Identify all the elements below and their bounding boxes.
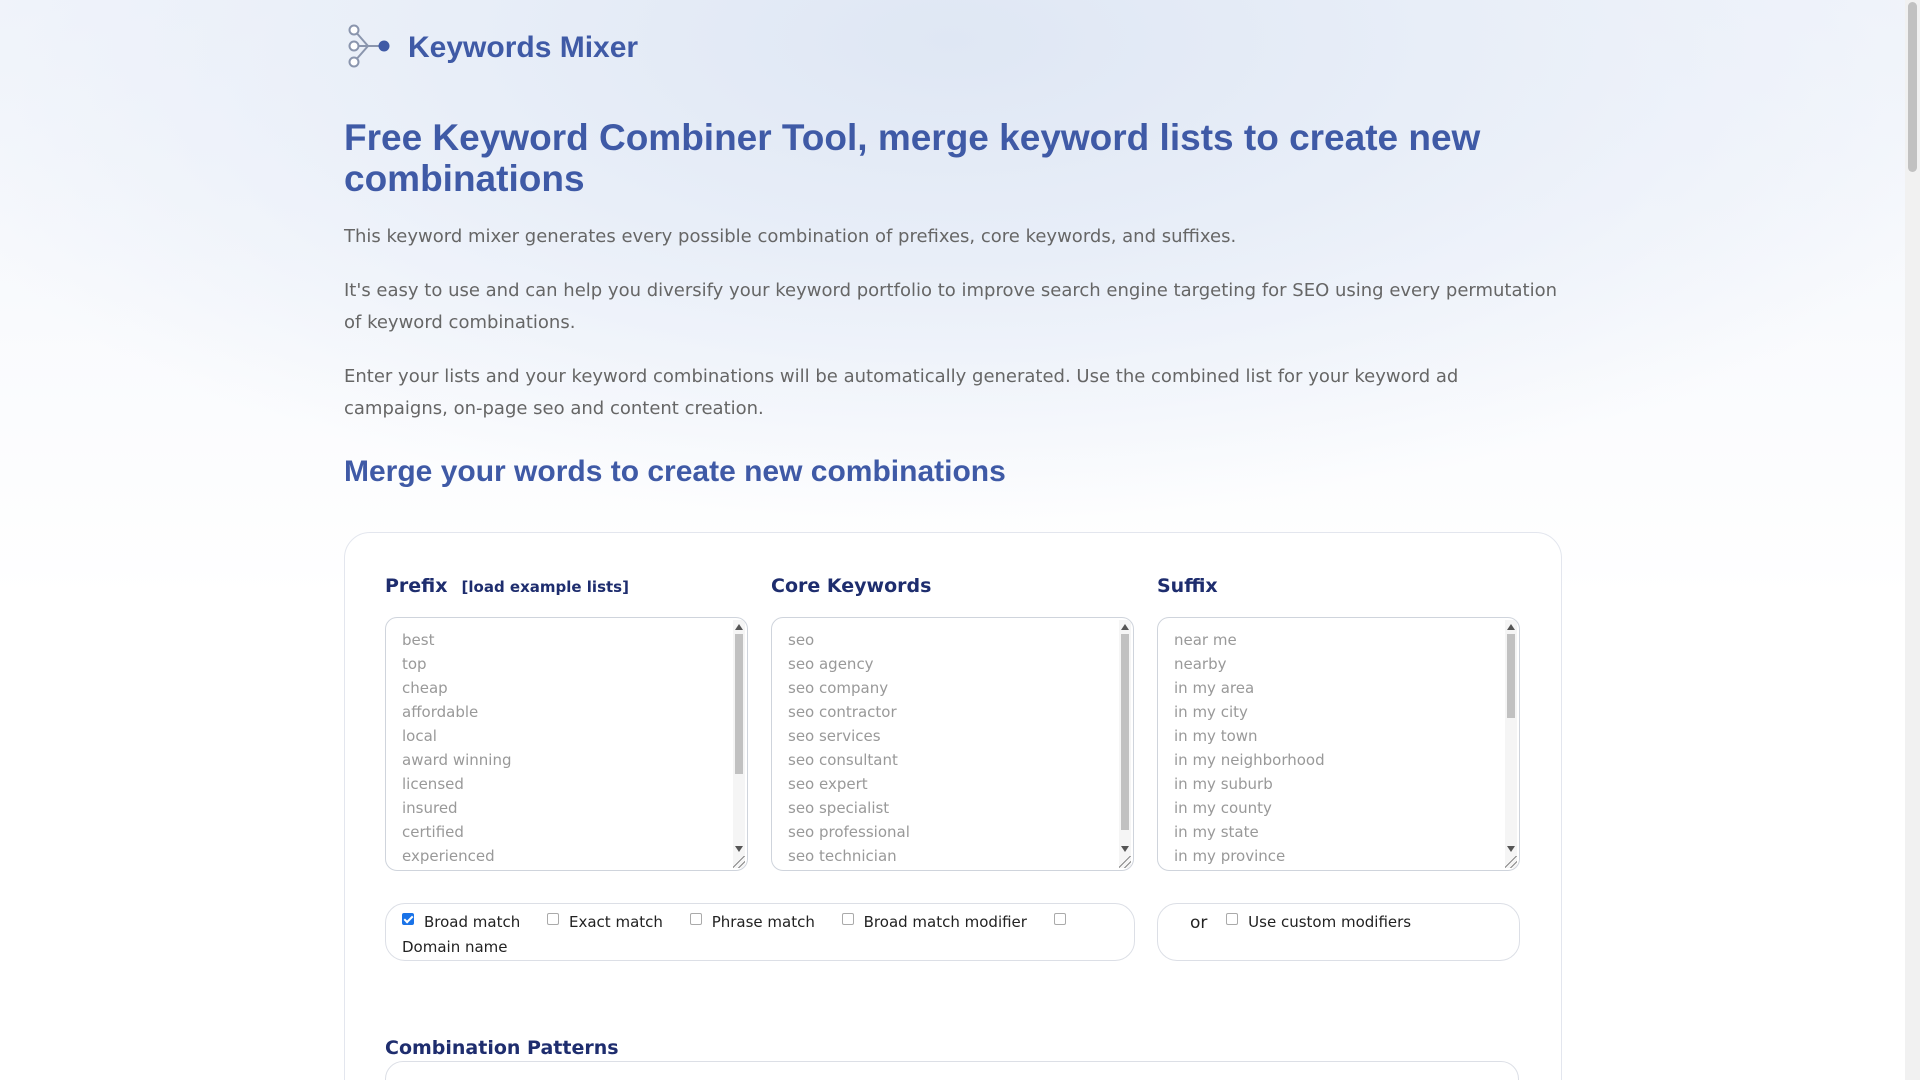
prefix-label-row: Prefix [load example lists] [385, 575, 748, 609]
suffix-textarea[interactable]: near me nearby in my area in my city in … [1157, 617, 1520, 871]
core-keyword-item: seo specialist [788, 799, 890, 817]
exact-match-checkbox[interactable] [547, 913, 560, 925]
intro-paragraph-1: This keyword mixer generates every possi… [344, 226, 1237, 247]
core-keyword-item: seo technician [788, 847, 897, 865]
broad-match-modifier-label[interactable]: Broad match modifier [864, 910, 1027, 934]
broad-match-checkbox[interactable] [402, 913, 414, 925]
resize-grip-icon[interactable] [1505, 856, 1517, 868]
prefix-item: licensed [402, 775, 464, 793]
broad-match-label[interactable]: Broad match [424, 910, 520, 934]
prefix-item: top [402, 655, 427, 673]
load-example-lists-link[interactable]: [load example lists] [462, 578, 629, 596]
suffix-label-row: Suffix [1157, 575, 1520, 609]
suffix-label: Suffix [1157, 575, 1218, 597]
broad-match-modifier-checkbox[interactable] [841, 913, 854, 925]
suffix-item: in my neighborhood [1174, 751, 1325, 769]
core-keyword-item: seo expert [788, 775, 868, 793]
core-keywords-list: seo seo agency seo company seo contracto… [772, 618, 1133, 870]
prefix-label: Prefix [385, 575, 448, 597]
resize-grip-icon[interactable] [1119, 856, 1131, 868]
prefix-scroll-thumb[interactable] [735, 634, 743, 774]
broad-match-option[interactable]: Broad match [402, 910, 520, 934]
page-scrollbar[interactable] [1905, 0, 1920, 1080]
core-keywords-column: Core Keywords seo seo agency seo company… [771, 575, 1134, 871]
prefix-item: best [402, 631, 435, 649]
broad-match-modifier-option[interactable]: Broad match modifier [841, 910, 1027, 934]
prefix-item: affordable [402, 703, 479, 721]
prefix-item: award winning [402, 751, 512, 769]
brand-name[interactable]: Keywords Mixer [408, 31, 638, 65]
core-keyword-item: seo contractor [788, 703, 897, 721]
suffix-list: near me nearby in my area in my city in … [1158, 618, 1519, 870]
prefix-textarea[interactable]: best top cheap affordable local award wi… [385, 617, 748, 871]
suffix-item: in my city [1174, 703, 1248, 721]
prefix-list: best top cheap affordable local award wi… [386, 618, 747, 870]
custom-modifiers-option[interactable]: Use custom modifiers [1226, 910, 1411, 934]
suffix-item: in my county [1174, 799, 1272, 817]
phrase-match-checkbox[interactable] [689, 913, 702, 925]
core-keywords-label: Core Keywords [771, 575, 932, 597]
suffix-item: nearby [1174, 655, 1227, 673]
prefix-item: cheap [402, 679, 448, 697]
scroll-down-arrow-icon[interactable] [1507, 846, 1515, 852]
core-keyword-item: seo [788, 631, 815, 649]
page-scrollbar-thumb[interactable] [1908, 2, 1917, 172]
suffix-item: in my town [1174, 727, 1258, 745]
intro-paragraph-2: It's easy to use and can help you divers… [344, 280, 1557, 333]
exact-match-option[interactable]: Exact match [547, 910, 663, 934]
site-header: Keywords Mixer [344, 0, 1562, 96]
custom-modifiers-box: or Use custom modifiers [1157, 903, 1520, 961]
phrase-match-option[interactable]: Phrase match [689, 910, 815, 934]
core-keyword-item: seo consultant [788, 751, 898, 769]
domain-name-label[interactable]: Domain name [402, 938, 508, 956]
prefix-item: insured [402, 799, 458, 817]
prefix-column: Prefix [load example lists] best top che… [385, 575, 748, 871]
core-scroll-thumb[interactable] [1121, 634, 1129, 830]
scroll-down-arrow-icon[interactable] [735, 846, 743, 852]
phrase-match-label[interactable]: Phrase match [712, 910, 815, 934]
scroll-up-arrow-icon[interactable] [1121, 624, 1129, 630]
or-label: or [1190, 913, 1208, 933]
section-title: Merge your words to create new combinati… [344, 455, 1006, 488]
core-keyword-item: seo agency [788, 655, 874, 673]
scroll-up-arrow-icon[interactable] [735, 624, 743, 630]
combination-patterns-box[interactable] [385, 1061, 1519, 1080]
core-keyword-item: seo company [788, 679, 889, 697]
core-keyword-item: seo professional [788, 823, 910, 841]
network-nodes-icon[interactable] [344, 22, 392, 74]
exact-match-label[interactable]: Exact match [569, 910, 663, 934]
suffix-item: in my suburb [1174, 775, 1273, 793]
suffix-item: in my state [1174, 823, 1259, 841]
core-keywords-textarea[interactable]: seo seo agency seo company seo contracto… [771, 617, 1134, 871]
custom-modifiers-checkbox[interactable] [1226, 913, 1239, 925]
suffix-scrollbar[interactable] [1505, 620, 1517, 868]
page-title: Free Keyword Combiner Tool, merge keywor… [344, 117, 1481, 199]
keyword-mixer-card: Prefix [load example lists] best top che… [344, 532, 1562, 1080]
prefix-item: certified [402, 823, 464, 841]
core-label-row: Core Keywords [771, 575, 1134, 609]
prefix-item: experienced [402, 847, 495, 865]
suffix-scroll-thumb[interactable] [1507, 634, 1515, 718]
domain-name-checkbox[interactable] [1053, 913, 1066, 925]
intro-paragraph-3: Enter your lists and your keyword combin… [344, 366, 1459, 419]
main-container: Keywords Mixer Free Keyword Combiner Too… [344, 0, 1562, 1080]
core-keyword-item: seo services [788, 727, 881, 745]
prefix-item: local [402, 727, 437, 745]
combination-patterns-label: Combination Patterns [385, 1037, 619, 1059]
suffix-item: near me [1174, 631, 1237, 649]
suffix-column: Suffix near me nearby in my area in my c… [1157, 575, 1520, 871]
match-type-options: Broad match Exact match Phrase match Bro… [385, 903, 1135, 961]
resize-grip-icon[interactable] [733, 856, 745, 868]
suffix-item: in my area [1174, 679, 1255, 697]
scroll-up-arrow-icon[interactable] [1507, 624, 1515, 630]
custom-modifiers-label[interactable]: Use custom modifiers [1248, 910, 1411, 934]
scroll-down-arrow-icon[interactable] [1121, 846, 1129, 852]
core-keywords-scrollbar[interactable] [1119, 620, 1131, 868]
prefix-scrollbar[interactable] [733, 620, 745, 868]
suffix-item: in my province [1174, 847, 1286, 865]
